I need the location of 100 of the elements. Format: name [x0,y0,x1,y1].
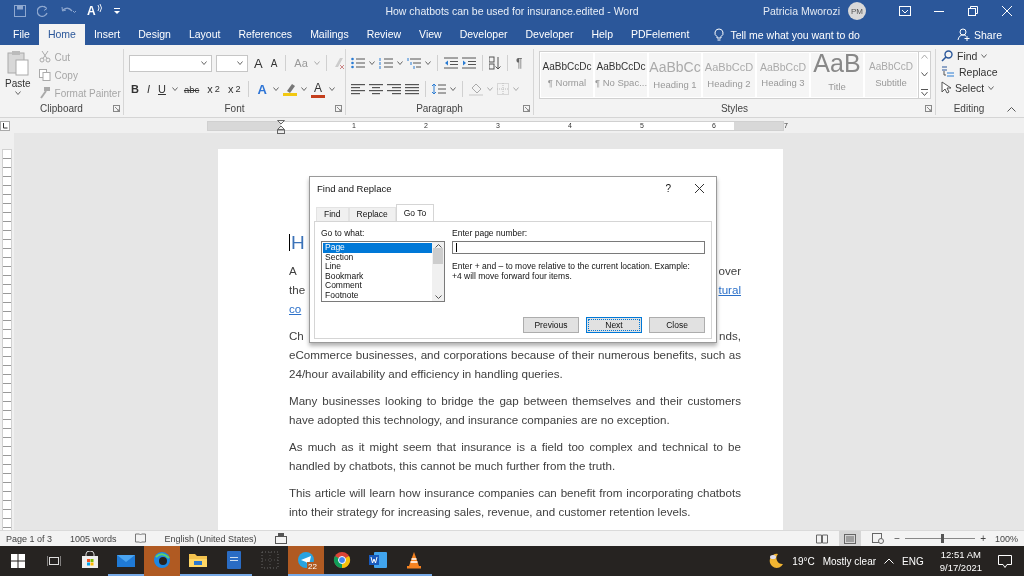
zoom-in-button[interactable]: + [980,533,986,544]
font-size-field[interactable] [216,54,248,72]
bullets-icon[interactable] [351,57,365,69]
list-item[interactable]: Section [323,252,432,263]
shrink-font-button[interactable]: A [268,54,280,72]
style-button[interactable]: AaBbCcDc ¶ Normal [541,53,593,97]
ribbon-tab[interactable]: Mailings [301,24,358,45]
dotted-grid-icon[interactable] [261,551,279,569]
swirl-browser-icon[interactable] [153,551,171,569]
ribbon-tab[interactable]: Developer [516,24,583,45]
collapse-ribbon-icon[interactable] [1007,107,1016,112]
ribbon-tab[interactable]: View [410,24,451,45]
sort-icon[interactable] [489,56,501,70]
dialog-button[interactable]: Next [586,317,642,333]
traffic-cone-icon[interactable] [406,551,422,569]
caret-icon[interactable] [397,61,403,65]
caret-icon[interactable] [981,54,988,58]
italic-button[interactable]: I [144,80,152,98]
zoom-slider-thumb[interactable] [940,534,944,543]
dialog-tab[interactable]: Replace [348,207,396,221]
ribbon-tab[interactable]: PDFelement [622,24,699,45]
page-number-field[interactable] [452,241,705,254]
zoom-level[interactable]: 100% [994,533,1018,544]
user-avatar[interactable]: PM [848,2,866,20]
decrease-indent-icon[interactable] [444,57,458,69]
ribbon-display-icon[interactable] [899,6,911,16]
lightbulb-icon[interactable] [714,28,725,41]
ribbon-tab[interactable]: Review [357,24,411,45]
more-styles-icon[interactable] [921,89,928,96]
caret-icon[interactable] [201,61,207,65]
print-layout-button[interactable] [839,531,862,546]
document-app-icon[interactable] [227,551,241,569]
list-item[interactable]: Line [323,262,432,272]
ribbon-tab[interactable]: Design [129,24,180,45]
list-item[interactable]: Page [323,243,432,253]
customize-caret-icon[interactable] [112,7,121,15]
folder-icon[interactable] [188,552,208,568]
page-count[interactable]: Page 1 of 3 [6,533,53,544]
caret-icon[interactable] [237,61,243,65]
ribbon-tab[interactable]: References [229,24,302,45]
link-text[interactable]: tural [718,280,741,299]
ribbon-tab[interactable]: Insert [84,24,130,45]
caret-icon[interactable] [369,61,375,65]
language-indicator[interactable]: ENG [902,555,924,567]
replace-button[interactable]: Replace [941,65,998,78]
find-button[interactable]: Find [941,50,998,62]
align-right-icon[interactable] [387,83,401,95]
strikethrough-button[interactable]: abc [181,80,202,98]
go-to-list[interactable]: Page Section Line Bookmark Comment Footnote [321,241,445,302]
list-item[interactable]: Footnote [323,290,432,301]
list-item[interactable]: Bookmark [323,271,432,282]
dialog-launcher-icon[interactable] [113,104,120,112]
read-aloud-button[interactable]: A [87,4,102,18]
highlighter-icon[interactable] [282,82,297,96]
increase-indent-icon[interactable] [462,57,476,69]
close-icon[interactable] [695,183,704,193]
restore-icon[interactable] [968,6,978,16]
dialog-button[interactable]: Close [649,317,705,333]
taskbar-button[interactable]: 22 [288,546,324,576]
link-text[interactable]: co [289,299,302,318]
ribbon-tab[interactable]: File [4,24,39,45]
underline-button[interactable]: U [156,80,168,98]
document-tile-icon[interactable] [368,551,388,569]
select-button[interactable]: Select [941,81,998,94]
grow-font-button[interactable]: A [252,54,265,72]
save-icon[interactable] [14,5,26,17]
task-view-icon[interactable] [47,555,61,567]
share-button[interactable]: Share [956,24,1002,45]
scroll-down-icon[interactable] [434,295,442,299]
caret-icon[interactable] [14,91,21,95]
shopping-bag-icon[interactable] [81,551,99,569]
dialog-launcher-icon[interactable] [523,104,530,112]
caret-icon[interactable] [300,87,307,91]
caret-icon[interactable] [988,85,995,90]
macro-record-icon[interactable] [274,533,287,544]
zoom-out-button[interactable]: − [894,533,901,544]
ribbon-tab[interactable]: Home [38,24,85,45]
font-name-field[interactable] [129,54,212,72]
clock-time[interactable]: 12:51 AM [940,548,981,561]
dialog-launcher-icon[interactable] [335,104,342,112]
scroll-up-icon[interactable] [434,244,442,248]
ribbon-tab[interactable]: Developer [450,24,517,45]
paste-button[interactable]: Paste [5,50,31,101]
indent-marker-icon[interactable] [277,119,285,134]
word-count[interactable]: 1005 words [70,533,117,544]
proofing-icon[interactable] [134,533,147,544]
dialog-tab[interactable]: Go To [395,204,435,221]
font-color-button[interactable]: A [310,80,325,98]
scroll-down-icon[interactable] [921,71,928,77]
caret-icon[interactable] [272,87,279,91]
align-left-icon[interactable] [351,83,365,95]
clear-formatting-icon[interactable] [332,57,345,69]
chevron-up-icon[interactable] [884,558,895,564]
notification-icon[interactable] [998,554,1012,568]
envelope-icon[interactable] [116,552,136,568]
dialog-tab[interactable]: Find [316,207,349,221]
list-item[interactable]: Comment [323,281,432,291]
caret-icon[interactable] [425,61,431,65]
tab-selector-icon[interactable] [0,120,10,131]
language-indicator[interactable]: English (United States) [164,533,257,544]
